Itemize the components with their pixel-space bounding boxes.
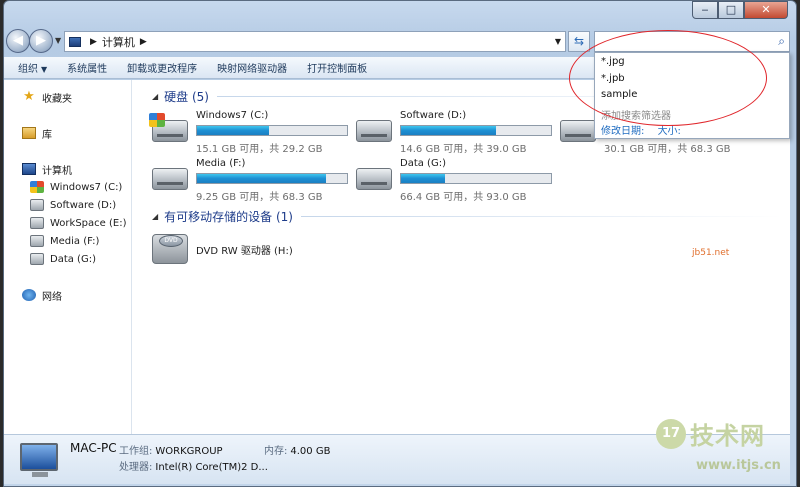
close-button[interactable]: ✕ [744,1,788,19]
refresh-button[interactable]: ⇆ [568,31,590,52]
drive-item-c[interactable]: Windows7 (C:) 15.1 GB 可用，共 29.2 GB [149,110,348,155]
usage-fill [401,174,445,183]
hard-drive-icon [30,199,44,211]
removable-group-header[interactable]: ◢ 有可移动存储的设备 (1) [152,208,782,225]
usage-bar [196,125,348,136]
computer-monitor-icon [20,443,58,477]
breadcrumb-chevron-icon[interactable]: ▶ [90,37,97,47]
forward-button[interactable]: ▶ [29,29,53,53]
computer-icon [22,163,36,175]
suggestion-item[interactable]: *.jpg [595,54,789,71]
dvd-disc-icon: DVD [159,235,183,247]
nav-item-computer[interactable]: 计算机 [4,160,131,178]
search-input[interactable]: ⌕ [594,31,790,52]
drive-item-g[interactable]: Data (G:) 66.4 GB 可用，共 93.0 GB [356,158,552,203]
computer-icon [69,36,81,47]
suggestion-item[interactable]: sample [595,87,789,104]
watermark-badge: 17 [656,418,686,449]
nav-item-drive-c[interactable]: Windows7 (C:) [4,178,131,196]
usage-fill [197,174,326,183]
drive-item-d[interactable]: Software (D:) 14.6 GB 可用，共 39.0 GB [356,110,552,155]
hard-drive-icon [30,253,44,265]
nav-item-libraries[interactable]: 库 [4,124,131,142]
organize-button[interactable]: 组织 ▼ [18,60,47,75]
watermark-url: www.itjs.cn [696,458,781,473]
watermark-logo: 17 技术网 [656,416,765,451]
collapse-triangle-icon: ◢ [152,92,159,101]
drive-item-f[interactable]: Media (F:) 9.25 GB 可用，共 68.3 GB [152,158,348,203]
refresh-icon: ⇆ [573,34,585,48]
chevron-down-icon: ▼ [41,65,48,74]
network-icon [22,289,36,301]
dvd-drive-icon: DVD [152,234,188,264]
minimize-button[interactable]: ‒ [692,1,718,19]
suggestion-item[interactable]: *.jpb [595,71,789,88]
hard-drive-icon [356,120,392,142]
usage-bar [400,125,552,136]
nav-item-drive-e[interactable]: WorkSpace (E:) [4,214,131,232]
open-control-panel-button[interactable]: 打开控制面板 [307,60,367,75]
star-icon: ★ [23,89,35,104]
uninstall-program-button[interactable]: 卸载或更改程序 [127,60,197,75]
nav-item-drive-d[interactable]: Software (D:) [4,196,131,214]
hard-drive-icon [356,168,392,190]
caption-buttons: ‒ □ ✕ [692,1,788,19]
filter-size-link[interactable]: 大小: [658,126,681,137]
nav-item-favorites[interactable]: ★ 收藏夹 [4,88,131,106]
hard-drive-icon [560,120,596,142]
windows-drive-icon [30,181,44,193]
workgroup-field: 工作组: WORKGROUP [119,446,223,457]
nav-item-drive-g[interactable]: Data (G:) [4,250,131,268]
memory-field: 内存: 4.00 GB [264,446,331,457]
nav-item-network[interactable]: 网络 [4,286,131,304]
filter-date-modified-link[interactable]: 修改日期: [601,126,644,137]
usage-fill [401,126,496,135]
arrow-left-icon: ◀ [13,33,23,48]
maximize-button[interactable]: □ [718,1,744,19]
library-icon [22,127,36,139]
computer-name: MAC-PC [70,441,117,455]
back-button[interactable]: ◀ [6,29,30,53]
nav-item-drive-f[interactable]: Media (F:) [4,232,131,250]
windows-drive-icon [149,113,188,142]
arrow-right-icon: ▶ [36,33,46,48]
search-suggestions: *.jpg *.jpb sample 添加搜索筛选器 修改日期: 大小: [594,52,790,139]
usage-bar [400,173,552,184]
navigation-pane: ★ 收藏夹 库 计算机 Windows7 (C:) Software (D:) … [4,80,132,434]
watermark-brand: 技术网 [690,422,765,450]
breadcrumb-chevron-icon[interactable]: ▶ [140,37,147,47]
drive-item-dvd[interactable]: DVD DVD RW 驱动器 (H:) [152,230,348,274]
hard-drive-icon [152,168,188,190]
watermark-url-secondary: jb51.net [692,248,730,258]
address-dropdown-icon[interactable]: ▼ [555,37,561,46]
hard-drive-icon [30,235,44,247]
search-icon[interactable]: ⌕ [778,34,785,49]
address-bar[interactable]: ▶ 计算机 ▶ ▼ [64,31,566,52]
usage-fill [197,126,269,135]
add-search-filter-label: 添加搜索筛选器 [601,110,671,122]
processor-field: 处理器: Intel(R) Core(TM)2 D... [119,462,268,473]
hard-drive-icon [30,217,44,229]
usage-bar [196,173,348,184]
map-network-drive-button[interactable]: 映射网络驱动器 [217,60,287,75]
breadcrumb-computer[interactable]: 计算机 [102,34,135,50]
recent-pages-dropdown[interactable]: ▼ [55,36,61,45]
system-properties-button[interactable]: 系统属性 [67,60,107,75]
collapse-triangle-icon: ◢ [152,212,159,221]
